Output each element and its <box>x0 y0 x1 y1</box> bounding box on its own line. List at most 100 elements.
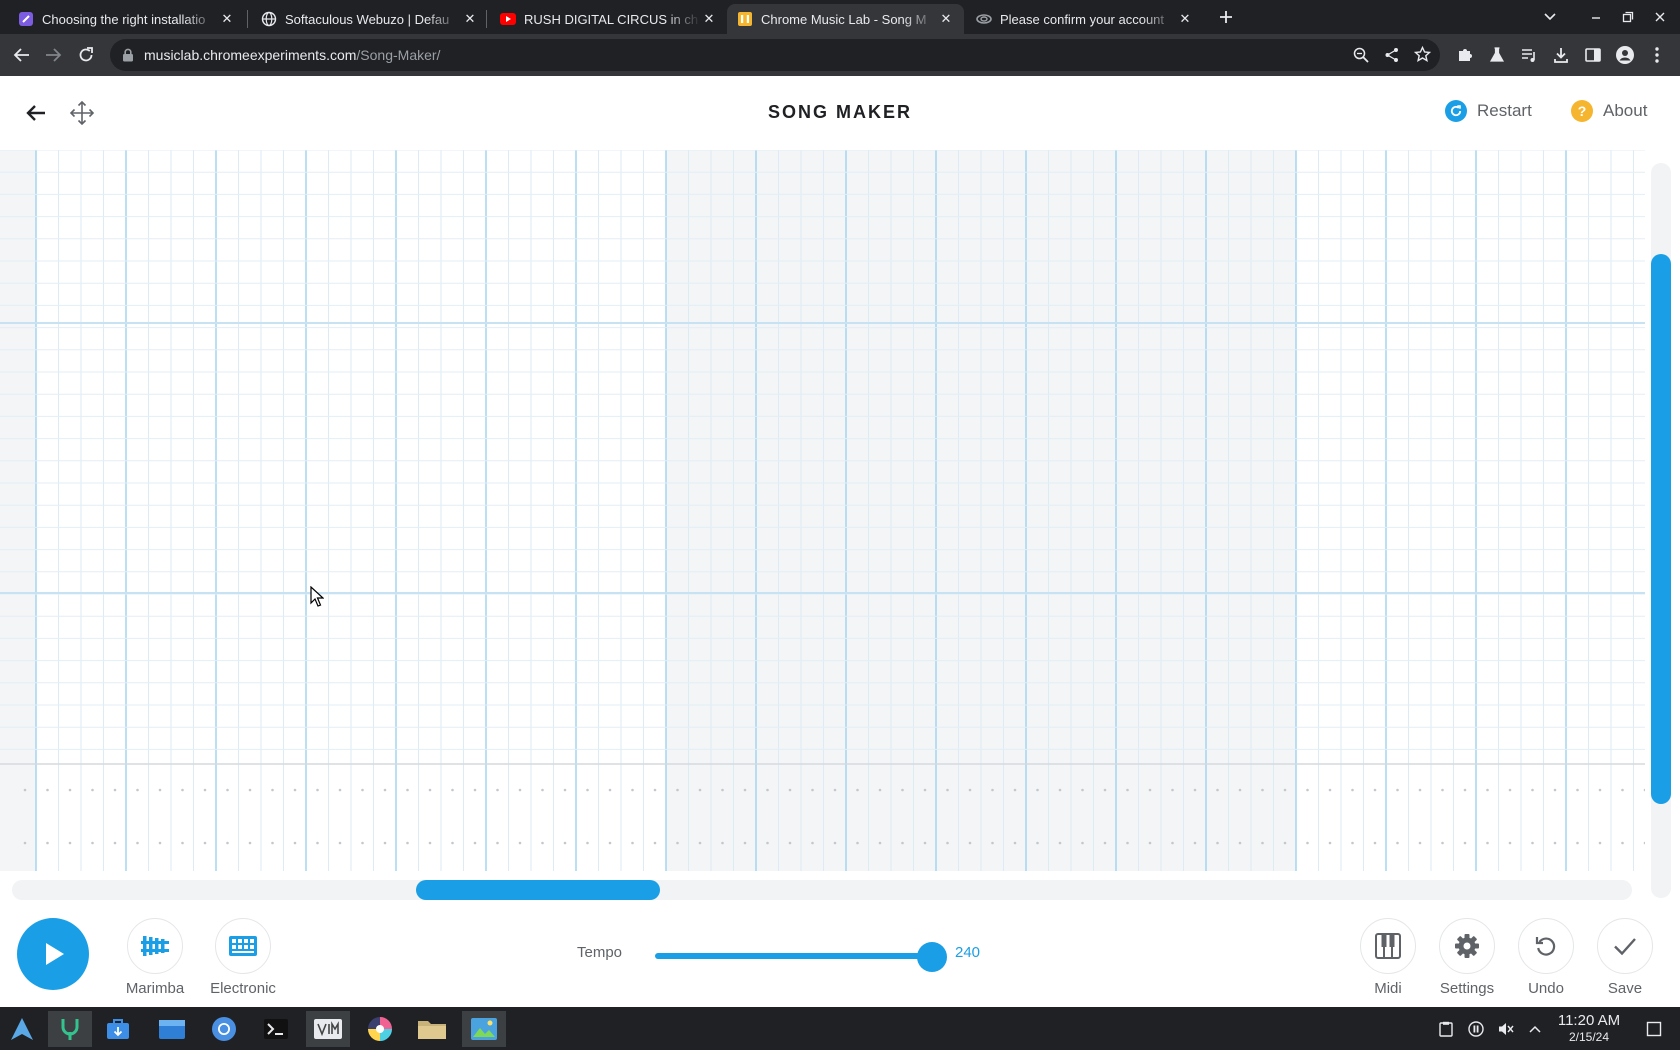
tray-chevron-up-icon[interactable] <box>1525 1019 1545 1039</box>
close-window-icon[interactable] <box>1648 5 1672 29</box>
percussion-dot <box>1643 788 1645 792</box>
forward-arrow-icon[interactable] <box>41 43 65 67</box>
address-bar[interactable]: musiclab.chromeexperiments.com/Song-Make… <box>110 39 1440 71</box>
note-grid-canvas[interactable] <box>0 150 1645 871</box>
percussion-label: Electronic <box>210 980 276 997</box>
tempo-slider-handle[interactable] <box>917 942 948 972</box>
start-menu-icon[interactable] <box>0 1011 44 1047</box>
move-arrows-icon[interactable] <box>68 99 96 127</box>
percussion-dot <box>1621 841 1624 845</box>
about-label: About <box>1603 101 1648 120</box>
tab-search-chevron-down-icon[interactable] <box>1538 5 1562 29</box>
back-arrow-icon[interactable] <box>10 43 34 67</box>
play-button[interactable] <box>17 918 89 990</box>
restore-window-icon[interactable] <box>1616 5 1640 29</box>
restart-button[interactable]: Restart <box>1445 100 1532 122</box>
percussion-dot <box>158 841 162 845</box>
tab-close-icon[interactable]: ✕ <box>701 11 717 27</box>
percussion-dot <box>676 841 679 845</box>
lab-flask-icon[interactable] <box>1485 43 1509 67</box>
browser-tab[interactable]: Please confirm your account ✕ <box>966 4 1203 34</box>
vim-app-icon[interactable] <box>306 1011 350 1047</box>
percussion-dot <box>226 788 229 792</box>
percussion-dot <box>271 841 274 845</box>
browser-tab-active[interactable]: Chrome Music Lab - Song M ✕ <box>727 4 964 34</box>
clipboard-icon[interactable] <box>1436 1019 1456 1039</box>
percussion-dot <box>856 841 859 845</box>
profile-avatar-icon[interactable] <box>1613 43 1637 67</box>
taskbar-app-icon[interactable] <box>48 1011 92 1047</box>
settings-button[interactable]: Settings <box>1427 918 1507 997</box>
media-pause-icon[interactable] <box>1466 1019 1486 1039</box>
share-icon[interactable] <box>1384 47 1400 63</box>
back-arrow-icon[interactable] <box>24 101 48 125</box>
percussion-dot <box>1013 841 1017 845</box>
media-queue-icon[interactable] <box>1517 43 1541 67</box>
tab-close-icon[interactable]: ✕ <box>462 11 478 27</box>
percussion-dot <box>1486 788 1489 792</box>
browser-tab[interactable]: Softaculous Webuzo | Defau ✕ <box>251 4 488 34</box>
horizontal-scroll-thumb[interactable] <box>416 880 660 900</box>
settings-icon-circle <box>1439 918 1495 974</box>
instrument-button[interactable]: Marimba <box>115 918 195 997</box>
tempo-slider-track[interactable] <box>655 953 928 959</box>
tab-close-icon[interactable]: ✕ <box>1177 11 1193 27</box>
vertical-scroll-thumb[interactable] <box>1651 254 1671 804</box>
browser-tab[interactable]: Choosing the right installatio ✕ <box>8 4 245 34</box>
percussion-dot <box>136 841 139 845</box>
file-manager-icon[interactable] <box>150 1011 194 1047</box>
percussion-dot <box>181 841 184 845</box>
terminal-icon[interactable] <box>254 1011 298 1047</box>
image-viewer-icon[interactable] <box>462 1011 506 1047</box>
undo-button[interactable]: Undo <box>1506 918 1586 997</box>
percussion-dot <box>338 788 342 792</box>
folder-icon[interactable] <box>410 1011 454 1047</box>
percussion-dot <box>1508 841 1512 845</box>
percussion-dot <box>1351 841 1354 845</box>
chrome-browser-icon[interactable] <box>202 1011 246 1047</box>
lock-icon[interactable] <box>122 48 134 62</box>
softaculous-icon <box>18 11 34 27</box>
minimize-icon[interactable] <box>1584 5 1608 29</box>
download-icon[interactable] <box>1549 43 1573 67</box>
percussion-button[interactable]: Electronic <box>203 918 283 997</box>
software-store-icon[interactable] <box>96 1011 140 1047</box>
extensions-puzzle-icon[interactable] <box>1453 43 1477 67</box>
percussion-dot <box>91 841 94 845</box>
tempo-label: Tempo <box>577 944 623 961</box>
percussion-dot <box>1081 788 1084 792</box>
new-tab-plus-icon[interactable] <box>1214 5 1238 29</box>
percussion-dot <box>1036 841 1039 845</box>
browser-tab[interactable]: RUSH DIGITAL CIRCUS in ch ✕ <box>490 4 727 34</box>
reload-icon[interactable] <box>74 43 98 67</box>
vertical-scrollbar[interactable] <box>1651 163 1671 898</box>
percussion-dot <box>181 788 184 792</box>
zoom-icon[interactable] <box>1353 47 1369 63</box>
tab-close-icon[interactable]: ✕ <box>938 11 954 27</box>
browser-menu-icon[interactable] <box>1645 43 1669 67</box>
percussion-dot <box>451 788 454 792</box>
system-clock[interactable]: 11:20 AM 2/15/24 <box>1548 1012 1630 1044</box>
bookmark-star-icon[interactable] <box>1414 46 1431 63</box>
percussion-dot <box>316 788 319 792</box>
about-button[interactable]: ? About <box>1571 100 1647 122</box>
percussion-dot <box>1621 788 1624 792</box>
horizontal-scrollbar[interactable] <box>12 880 1632 900</box>
save-label: Save <box>1607 980 1643 997</box>
show-desktop-icon[interactable] <box>1644 1019 1664 1039</box>
song-grid[interactable] <box>0 150 1645 871</box>
color-picker-icon[interactable] <box>358 1011 402 1047</box>
percussion-dot <box>1261 841 1264 845</box>
volume-muted-icon[interactable] <box>1496 1019 1516 1039</box>
percussion-dot <box>541 788 544 792</box>
save-button[interactable]: Save <box>1585 918 1665 997</box>
percussion-dot <box>1441 841 1444 845</box>
percussion-dot <box>1396 841 1399 845</box>
side-panel-icon[interactable] <box>1581 43 1605 67</box>
marimba-icon-circle <box>127 918 183 974</box>
percussion-dot <box>1193 788 1197 792</box>
percussion-dot <box>766 788 769 792</box>
tab-close-icon[interactable]: ✕ <box>219 11 235 27</box>
percussion-dot <box>1531 788 1534 792</box>
midi-button[interactable]: Midi <box>1348 918 1428 997</box>
